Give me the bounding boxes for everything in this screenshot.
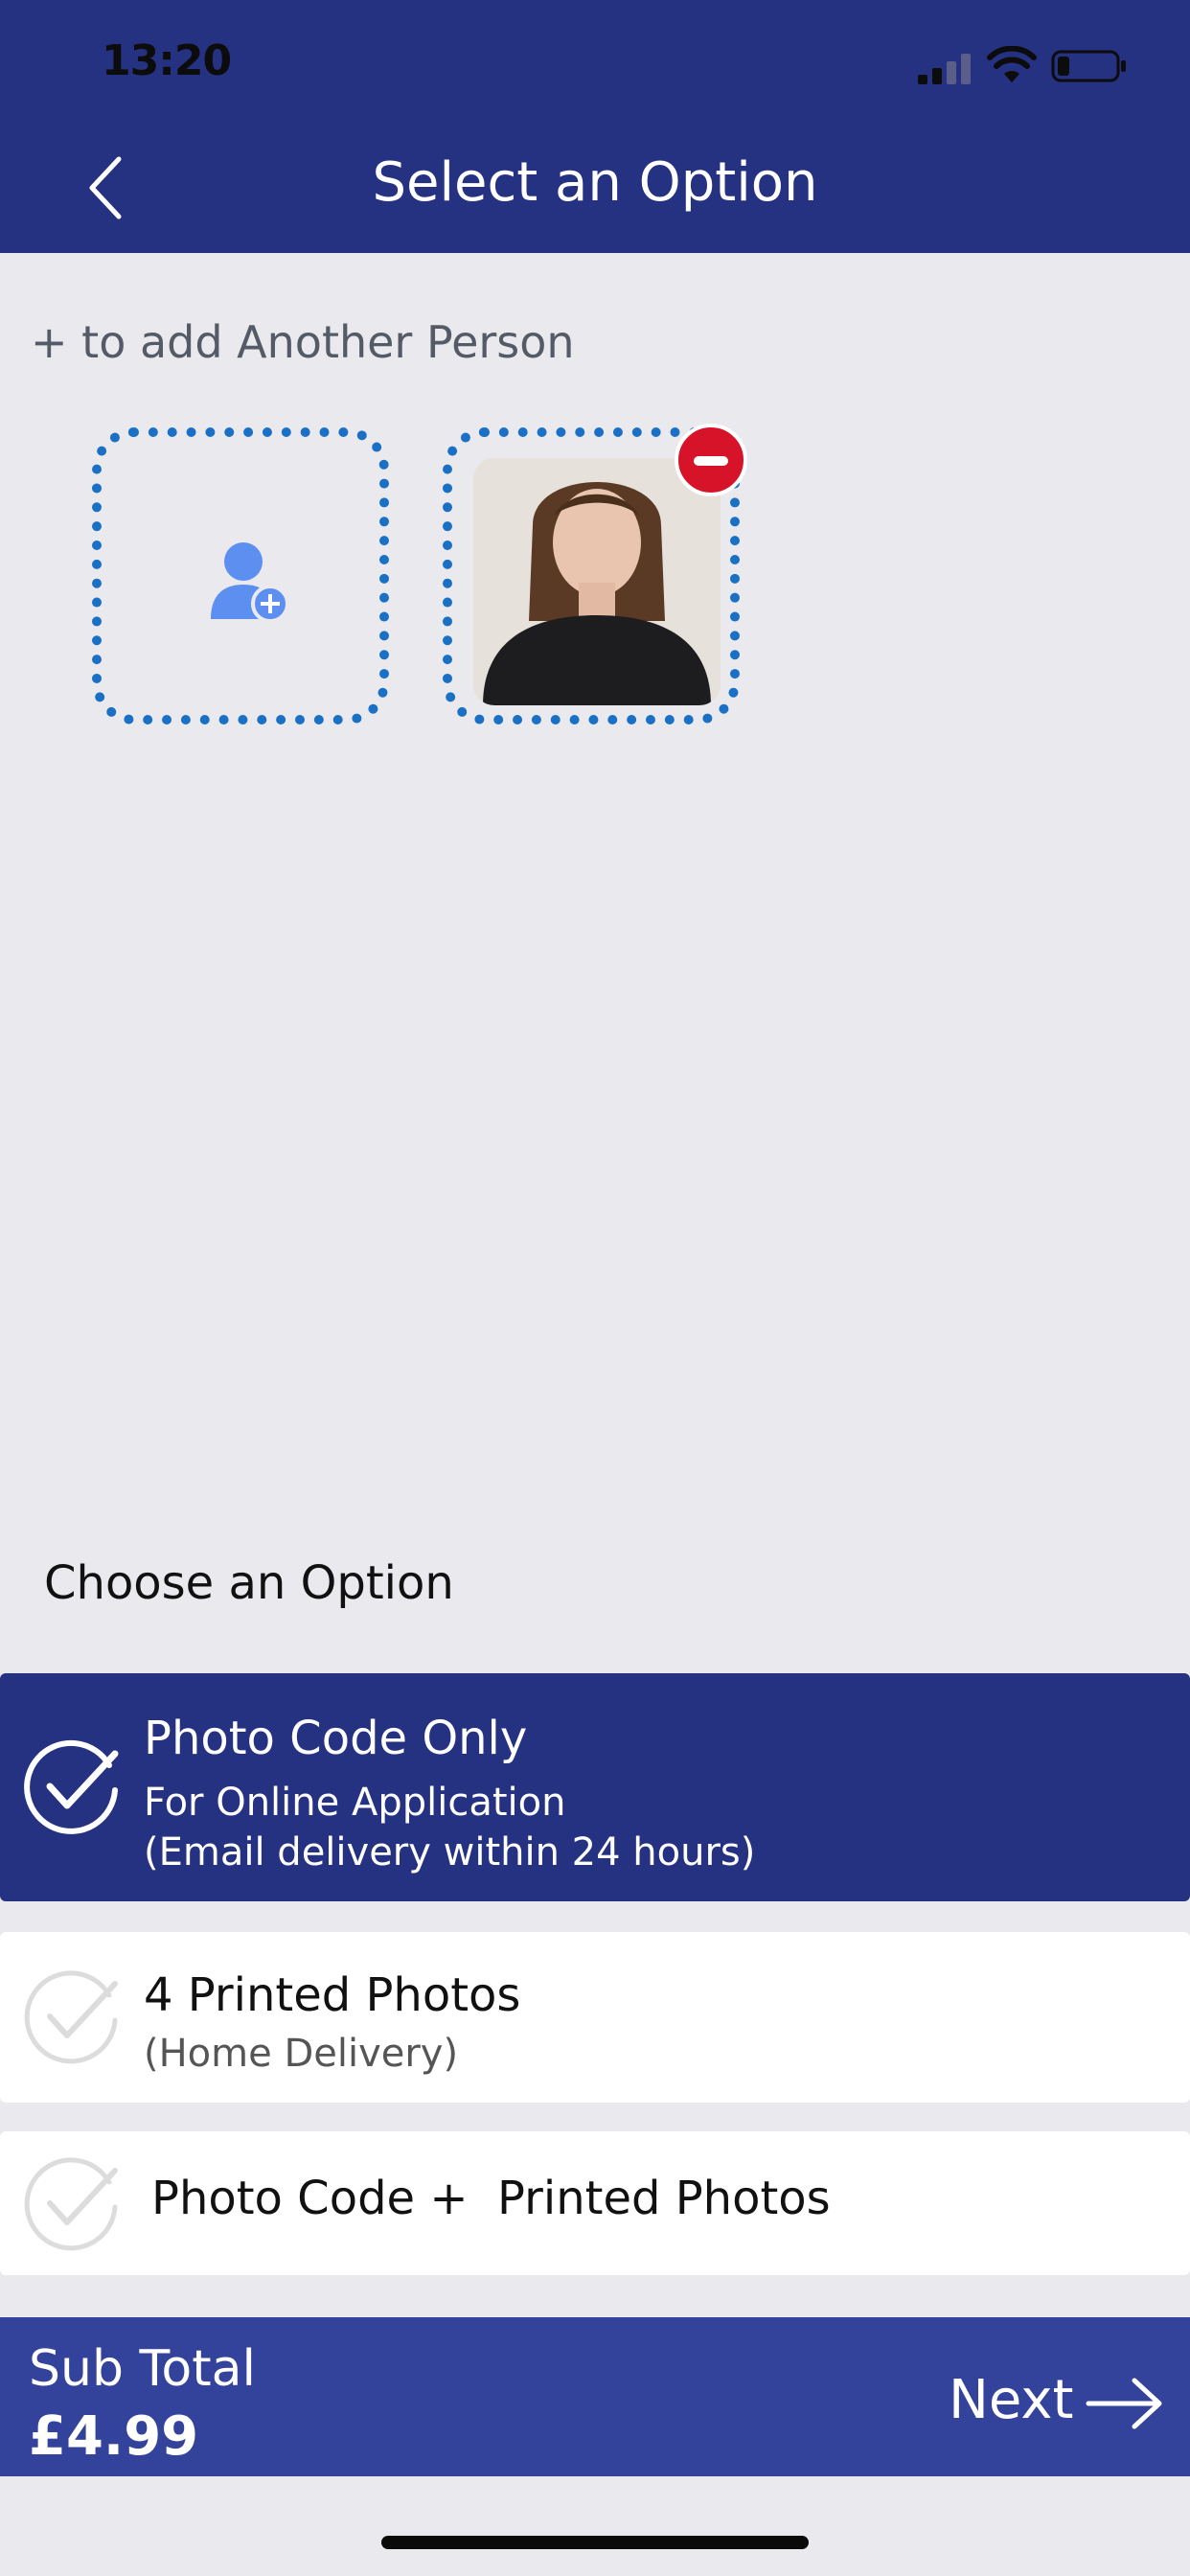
option-title: Photo Code Only [144, 1712, 528, 1765]
page-title: Select an Option [372, 151, 818, 214]
option-subtitle: (Home Delivery) [144, 2032, 459, 2076]
home-indicator[interactable] [381, 2536, 809, 2549]
option-subtitle: (Email delivery within 24 hours) [144, 1830, 756, 1874]
checkmark-circle-icon [24, 2157, 118, 2251]
option-photo-code-only[interactable]: Photo Code Only For Online Application (… [0, 1673, 1190, 1901]
checkout-footer: Sub Total £4.99 Next [0, 2317, 1190, 2476]
arrow-right-icon [1086, 2378, 1162, 2429]
option-title: 4 Printed Photos [144, 1968, 521, 2022]
person-photo [473, 458, 721, 705]
subtotal-label: Sub Total [29, 2340, 256, 2398]
portrait-image [473, 458, 721, 705]
add-person-button[interactable] [92, 427, 389, 724]
option-code-and-printed[interactable]: Photo Code + Printed Photos [0, 2131, 1190, 2275]
checkmark-circle-icon [24, 1739, 119, 1834]
app-header: 13:20 Select an Option [0, 0, 1190, 253]
wifi-icon [987, 46, 1037, 82]
next-label: Next [949, 2369, 1074, 2431]
option-printed-photos[interactable]: 4 Printed Photos (Home Delivery) [0, 1932, 1190, 2103]
add-person-hint: + to add Another Person [31, 316, 575, 368]
option-title: Photo Code + Printed Photos [151, 2172, 831, 2225]
battery-icon [1051, 50, 1126, 82]
next-button[interactable]: Next [949, 2369, 1169, 2436]
choose-option-heading: Choose an Option [44, 1556, 454, 1610]
status-time: 13:20 [102, 36, 232, 85]
checkmark-circle-icon [24, 1970, 118, 2064]
cellular-signal-icon [918, 54, 971, 84]
add-person-icon [211, 542, 289, 623]
option-subtitle: For Online Application [144, 1781, 566, 1825]
subtotal-amount: £4.99 [29, 2405, 199, 2468]
remove-person-button[interactable] [675, 424, 747, 496]
